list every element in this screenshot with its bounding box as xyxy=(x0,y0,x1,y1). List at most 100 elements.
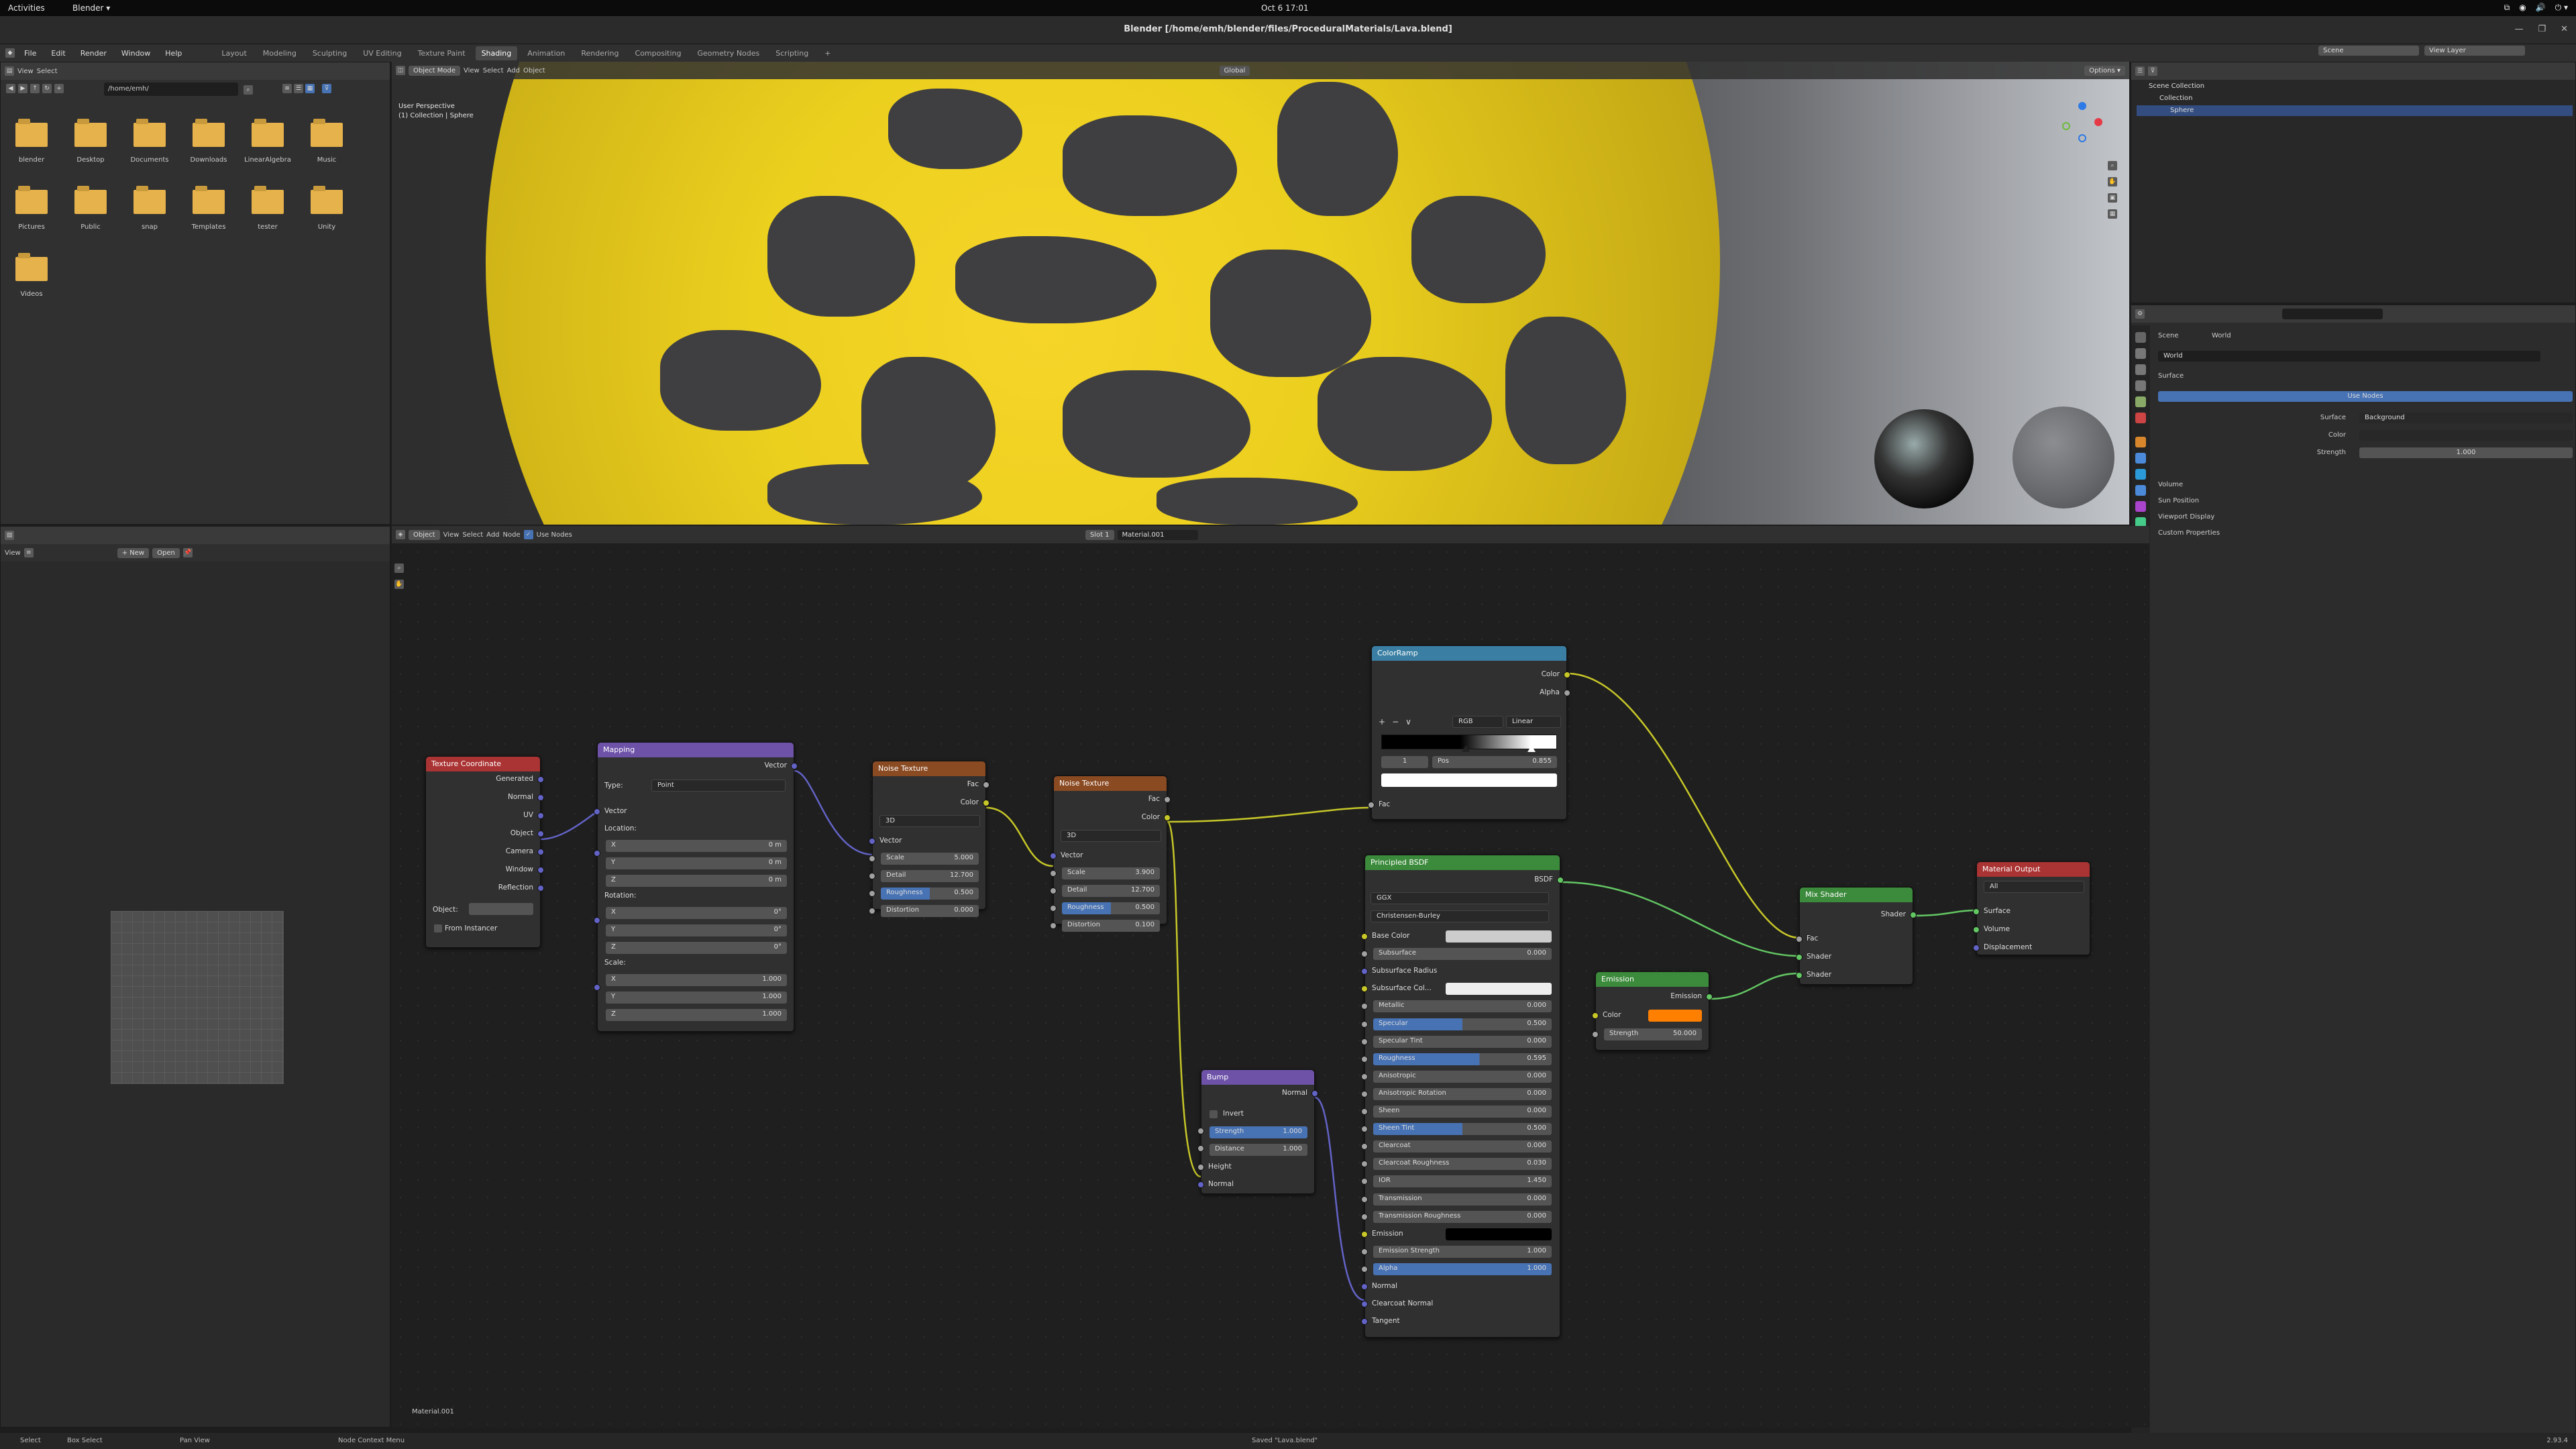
bsdf-anisotropic-rotation-field[interactable]: Anisotropic Rotation 0.000 xyxy=(1373,1087,1552,1100)
tab-geometry-nodes[interactable]: Geometry Nodes xyxy=(691,46,765,60)
scene-selector[interactable]: Scene xyxy=(2318,46,2419,56)
bsdf-sheen-tint-field[interactable]: Sheen Tint 0.500 xyxy=(1373,1123,1552,1136)
socket-normal-in[interactable] xyxy=(1197,1181,1204,1188)
bsdf-transmission-roughness-field[interactable]: Transmission Roughness 0.000 xyxy=(1373,1210,1552,1223)
socket-roughness[interactable] xyxy=(1050,905,1057,912)
socket-shader-out[interactable] xyxy=(1910,912,1917,918)
mapping-type-dropdown[interactable]: Point xyxy=(651,780,786,792)
bsdf-clearcoat-roughness-field[interactable]: Clearcoat Roughness 0.030 xyxy=(1373,1158,1552,1171)
forward-icon[interactable]: ▶ xyxy=(18,84,28,93)
system-tray[interactable]: ⧉ ◉ 🔊 ⏻ ▾ xyxy=(2504,3,2568,13)
tab-layout[interactable]: Layout xyxy=(215,46,252,60)
object-tab-icon[interactable] xyxy=(2135,437,2146,447)
minimize-button[interactable]: — xyxy=(2514,24,2523,34)
socket-scale[interactable] xyxy=(869,855,875,862)
node-header[interactable]: Mapping xyxy=(598,743,794,757)
mode-selector[interactable]: Object Mode xyxy=(409,65,460,76)
bsdf-roughness-field[interactable]: Roughness 0.595 xyxy=(1373,1053,1552,1065)
breadcrumb-world[interactable]: World xyxy=(2212,332,2231,339)
socket-fac[interactable] xyxy=(1164,796,1171,803)
power-icon[interactable]: ⏻ ▾ xyxy=(2555,3,2568,13)
socket-transmission[interactable] xyxy=(1361,1195,1368,1203)
socket-uv[interactable] xyxy=(537,812,544,819)
socket-anisotropic[interactable] xyxy=(1361,1073,1368,1080)
vertical-list-icon[interactable]: ≡ xyxy=(282,84,292,93)
noise1-roughness-field[interactable]: Roughness 0.500 xyxy=(881,888,979,900)
ramp-stop-0[interactable] xyxy=(1462,745,1470,752)
node-header[interactable]: Emission xyxy=(1596,972,1709,987)
physics-tab-icon[interactable] xyxy=(2135,485,2146,496)
socket-clearcoat-roughness[interactable] xyxy=(1361,1161,1368,1168)
socket-emission[interactable] xyxy=(1361,1230,1368,1238)
emission-strength-field[interactable]: Strength 50.000 xyxy=(1604,1028,1702,1040)
socket-base-color[interactable] xyxy=(1361,933,1368,940)
output-tab-icon[interactable] xyxy=(2135,364,2146,375)
socket-vector-in[interactable] xyxy=(594,808,600,815)
socket-fac[interactable] xyxy=(983,782,989,788)
pin-icon[interactable]: 📌 xyxy=(182,548,193,557)
socket-bsdf-out[interactable] xyxy=(1557,877,1564,883)
socket-metallic[interactable] xyxy=(1361,1003,1368,1010)
node-header[interactable]: Material Output xyxy=(1977,862,2090,877)
thumbnails-icon[interactable]: ▦ xyxy=(305,84,315,93)
bsdf-sheen-field[interactable]: Sheen 0.000 xyxy=(1373,1106,1552,1118)
socket-color-in[interactable] xyxy=(1592,1012,1599,1019)
bsdf-subsurface-col--swatch[interactable] xyxy=(1446,983,1552,996)
socket-emission-strength[interactable] xyxy=(1361,1248,1368,1255)
socket-strength-in[interactable] xyxy=(1592,1031,1599,1038)
subsurface-method-dropdown[interactable]: Christensen-Burley xyxy=(1371,910,1549,922)
node-header[interactable]: Noise Texture xyxy=(1054,776,1167,791)
node-texture-coordinate[interactable]: Texture Coordinate Generated Normal UV O… xyxy=(425,756,544,948)
socket-detail[interactable] xyxy=(1050,888,1057,894)
dimensions-dropdown[interactable]: 3D xyxy=(1061,830,1161,842)
menu-window[interactable]: Window xyxy=(116,49,156,58)
socket-scale[interactable] xyxy=(1050,870,1057,877)
tab-rendering[interactable]: Rendering xyxy=(575,46,625,60)
node-bump[interactable]: Bump Normal Invert Strength 1.000 Distanc… xyxy=(1197,1069,1318,1194)
folder-tester[interactable]: tester xyxy=(238,186,297,231)
folder-linearalgebra[interactable]: LinearAlgebra xyxy=(238,119,297,164)
node-principled-bsdf[interactable]: Principled BSDF BSDF GGX Christensen-Bur… xyxy=(1361,855,1564,1338)
node-mix-shader[interactable]: Mix Shader Shader Fac Shader Shader xyxy=(1796,887,1917,985)
bsdf-transmission-field[interactable]: Transmission 0.000 xyxy=(1373,1193,1552,1205)
editor-type-icon[interactable]: ▧ xyxy=(5,531,14,540)
filter-icon[interactable]: ⊽ xyxy=(2148,66,2157,76)
socket-normal[interactable] xyxy=(1361,1283,1368,1290)
new-folder-icon[interactable]: + xyxy=(54,84,64,93)
socket-surface[interactable] xyxy=(1973,908,1980,915)
socket-strength[interactable] xyxy=(1197,1128,1204,1134)
close-button[interactable]: ✕ xyxy=(2561,24,2568,34)
socket-color[interactable] xyxy=(1564,672,1570,678)
tab-scripting[interactable]: Scripting xyxy=(769,46,814,60)
breadcrumb-scene[interactable]: Scene xyxy=(2158,332,2179,339)
socket-transmission-roughness[interactable] xyxy=(1361,1213,1368,1220)
folder-unity[interactable]: Unity xyxy=(297,186,356,231)
search-icon[interactable]: ⌕ xyxy=(244,85,253,95)
socket-height[interactable] xyxy=(1197,1164,1204,1171)
node-noise-texture-1[interactable]: Noise Texture Fac Color 3D Vector Scale 5… xyxy=(869,761,989,917)
add-workspace-button[interactable]: + xyxy=(818,46,837,60)
socket-normal-out[interactable] xyxy=(1311,1090,1318,1097)
node-material-output[interactable]: Material Output All Surface Volume Displ… xyxy=(1973,861,2090,955)
open-image-button[interactable]: Open xyxy=(152,547,180,558)
bsdf-anisotropic-field[interactable]: Anisotropic 0.000 xyxy=(1373,1070,1552,1083)
color-socket-field[interactable] xyxy=(2359,430,2573,441)
socket-emission-out[interactable] xyxy=(1706,994,1713,1000)
socket-fac-in[interactable] xyxy=(1368,802,1375,808)
bsdf-subsurface-field[interactable]: Subsurface 0.000 xyxy=(1373,948,1552,961)
interpolation-dropdown[interactable]: Linear xyxy=(1506,716,1561,728)
socket-generated[interactable] xyxy=(537,776,544,783)
folder-blender[interactable]: blender xyxy=(2,119,61,164)
3d-viewport[interactable]: ◫ Object Mode View Select Add Object Glo… xyxy=(392,62,2129,525)
view-layer-selector[interactable]: View Layer xyxy=(2424,46,2525,56)
outliner-row-sphere[interactable]: Sphere xyxy=(2137,105,2573,116)
add-stop-button[interactable]: + xyxy=(1379,717,1385,727)
back-icon[interactable]: ◀ xyxy=(6,84,15,93)
folder-downloads[interactable]: Downloads xyxy=(179,119,238,164)
render-tab-icon[interactable] xyxy=(2135,348,2146,359)
socket-sheen-tint[interactable] xyxy=(1361,1126,1368,1133)
surface-shader-field[interactable]: Background xyxy=(2359,413,2573,423)
emission-color-swatch[interactable] xyxy=(1648,1010,1702,1022)
socket-volume[interactable] xyxy=(1973,926,1980,933)
panel-surface[interactable]: Surface xyxy=(2158,372,2184,380)
